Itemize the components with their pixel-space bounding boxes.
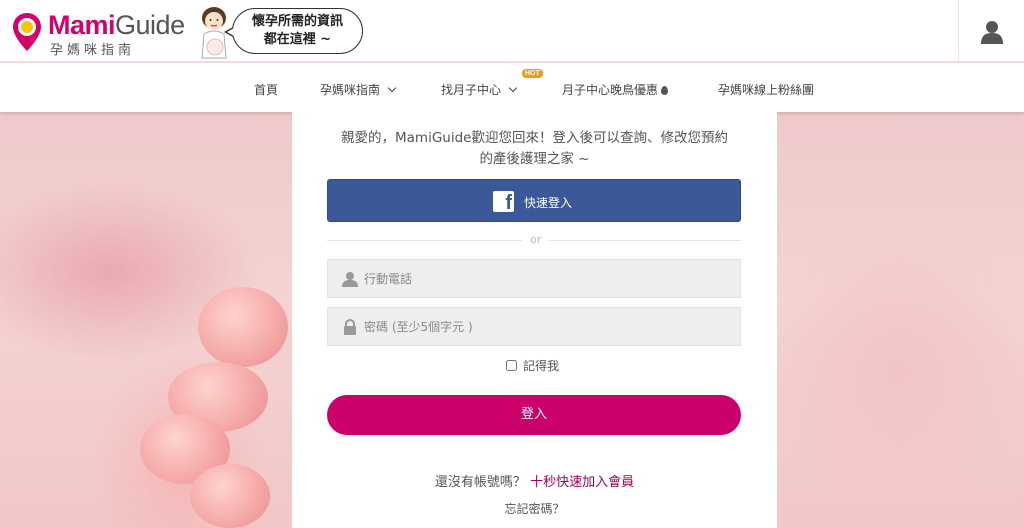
site-header: MamiGuide 孕媽咪指南 懷孕所需的資訊 都在這裡 ~ (0, 0, 1024, 62)
nav-item-late-bird-offer[interactable]: 月子中心晚鳥優惠 (562, 81, 669, 98)
or-text: or (522, 233, 550, 246)
toe-shape (190, 464, 270, 528)
chevron-down-icon (387, 83, 397, 93)
signup-link[interactable]: 十秒快速加入會員 (530, 475, 634, 490)
facebook-login-label: 快速登入 (524, 196, 573, 210)
facebook-icon: f (493, 191, 514, 214)
toe-shape (198, 287, 288, 367)
logo-subtitle: 孕媽咪指南 (50, 43, 136, 58)
remember-me-checkbox[interactable] (506, 360, 517, 371)
main-nav: 首頁 孕媽咪指南 找月子中心 月子中心晚鳥優惠 孕媽咪線上粉絲團 (0, 63, 1024, 112)
remember-me-label: 記得我 (523, 359, 560, 373)
drop-icon (661, 86, 669, 95)
bubble-line-2: 都在這裡 ~ (263, 32, 332, 47)
login-card: 親愛的，MamiGuide歡迎您回來！登入後可以查詢、修改您預約 的產後護理之家… (292, 112, 777, 528)
chevron-down-icon (508, 83, 518, 93)
signup-prompt: 還沒有帳號嗎？ 十秒快速加入會員 (434, 475, 635, 490)
user-icon (981, 21, 1003, 44)
bubble-line-1: 懷孕所需的資訊 (251, 14, 343, 29)
phone-field[interactable] (327, 259, 741, 298)
speech-bubble: 懷孕所需的資訊 都在這裡 ~ (224, 8, 363, 54)
welcome-text: 親愛的，MamiGuide歡迎您回來！登入後可以查詢、修改您預約 的產後護理之家… (341, 130, 728, 167)
remember-me[interactable]: 記得我 (506, 357, 559, 374)
nav-item-find-center[interactable]: 找月子中心 (441, 81, 518, 98)
user-icon (342, 272, 358, 287)
user-account-button[interactable] (958, 0, 1024, 62)
nav-item-home[interactable]: 首頁 (254, 81, 278, 98)
lock-icon (344, 319, 356, 335)
map-pin-icon (13, 13, 41, 51)
logo[interactable]: MamiGuide 孕媽咪指南 (12, 8, 185, 58)
password-input[interactable] (364, 308, 734, 345)
nav-item-guide[interactable]: 孕媽咪指南 (320, 81, 397, 98)
forgot-password-link[interactable]: 忘記密碼？ (292, 500, 777, 517)
facebook-login-button[interactable]: f 快速登入 (327, 179, 741, 222)
password-field[interactable] (327, 307, 741, 346)
phone-input[interactable] (364, 260, 734, 297)
hot-badge: HOT (522, 69, 543, 78)
nav-item-fan-group[interactable]: 孕媽咪線上粉絲團 (718, 81, 814, 98)
login-button[interactable]: 登入 (327, 395, 741, 435)
logo-text: MamiGuide (48, 10, 185, 40)
